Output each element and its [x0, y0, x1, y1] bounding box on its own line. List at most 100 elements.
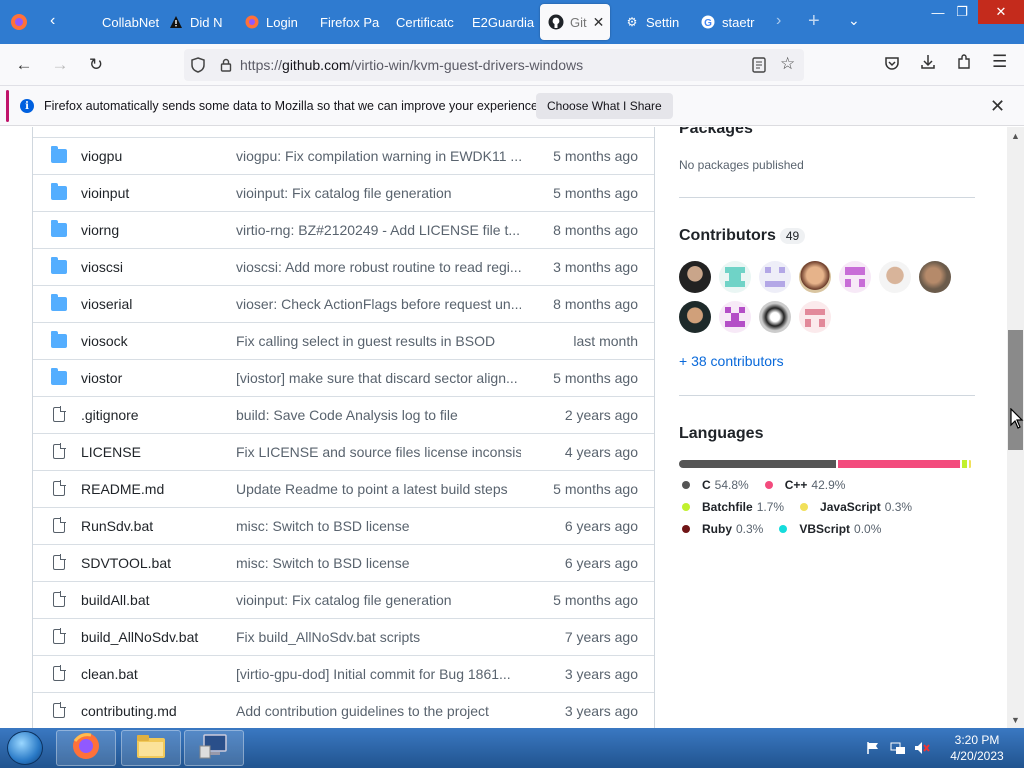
system-clock[interactable]: 3:20 PM 4/20/2023: [940, 732, 1014, 764]
file-name-link[interactable]: contributing.md: [81, 703, 177, 719]
language-bar-segment[interactable]: [679, 460, 836, 468]
file-name-link[interactable]: clean.bat: [81, 666, 138, 682]
action-center-flag-icon[interactable]: [866, 728, 880, 768]
commit-message-link[interactable]: vioscsi: Add more robust routine to read…: [236, 259, 521, 275]
table-row[interactable]: LICENSE Fix LICENSE and source files lice…: [33, 433, 654, 470]
language-bar-segment[interactable]: [969, 460, 971, 468]
language-item[interactable]: JavaScript 0.3%: [800, 496, 912, 518]
commit-message-link[interactable]: vioser: Check ActionFlags before request…: [236, 296, 521, 312]
file-name-link[interactable]: viorng: [81, 222, 119, 238]
table-row[interactable]: .gitignore build: Save Code Analysis log …: [33, 396, 654, 433]
taskbar-firefox[interactable]: [56, 730, 116, 766]
avatar[interactable]: [799, 261, 831, 293]
table-row[interactable]: vioscsi vioscsi: Add more robust routine …: [33, 248, 654, 285]
tab-certificate[interactable]: Certificatc: [388, 0, 464, 44]
file-name-link[interactable]: LICENSE: [81, 444, 141, 460]
tab-google[interactable]: G staetr: [692, 0, 772, 44]
commit-message-link[interactable]: virtio-rng: BZ#2120249 - Add LICENSE fil…: [236, 222, 521, 238]
avatar[interactable]: [719, 261, 751, 293]
table-row[interactable]: SDVTOOL.bat misc: Switch to BSD license 6 …: [33, 544, 654, 581]
scrollbar-thumb[interactable]: [1008, 330, 1023, 450]
volume-muted-icon[interactable]: [914, 728, 930, 768]
lock-icon[interactable]: [212, 58, 240, 72]
language-item[interactable]: Ruby 0.3%: [682, 518, 763, 540]
table-row[interactable]: build_AllNoSdv.bat Fix build_AllNoSdv.bat…: [33, 618, 654, 655]
network-icon[interactable]: [890, 728, 906, 768]
avatar[interactable]: [879, 261, 911, 293]
commit-message-link[interactable]: build: Save Code Analysis log to file: [236, 407, 521, 423]
file-name-link[interactable]: viosock: [81, 333, 128, 349]
language-bar-segment[interactable]: [837, 460, 961, 468]
new-tab-icon[interactable]: +: [808, 10, 820, 33]
avatar[interactable]: [719, 301, 751, 333]
tab-scroll-left-icon[interactable]: ‹: [50, 12, 55, 30]
tab-collabnet[interactable]: CollabNet: [72, 0, 160, 44]
reload-icon[interactable]: ↻: [80, 49, 112, 81]
tab-firefox-pa[interactable]: Firefox Pa: [312, 0, 388, 44]
avatar[interactable]: [919, 261, 951, 293]
start-button[interactable]: [7, 731, 43, 765]
table-row[interactable]: clean.bat [virtio-gpu-dod] Initial commit…: [33, 655, 654, 692]
maximize-icon[interactable]: ❐: [946, 0, 978, 24]
hamburger-menu-icon[interactable]: ☰: [992, 52, 1007, 72]
more-contributors-link[interactable]: + 38 contributors: [679, 353, 784, 369]
packages-heading[interactable]: Packages: [679, 127, 753, 138]
file-name-link[interactable]: vioserial: [81, 296, 132, 312]
avatar[interactable]: [679, 261, 711, 293]
avatar[interactable]: [759, 261, 791, 293]
table-row[interactable]: vioinput vioinput: Fix catalog file gener…: [33, 174, 654, 211]
file-name-link[interactable]: viogpu: [81, 148, 122, 164]
commit-message-link[interactable]: [viostor] make sure that discard sector …: [236, 370, 521, 386]
table-row[interactable]: vioserial vioser: Check ActionFlags befor…: [33, 285, 654, 322]
commit-message-link[interactable]: Add contribution guidelines to the proje…: [236, 703, 521, 719]
language-item[interactable]: Batchfile 1.7%: [682, 496, 784, 518]
commit-message-link[interactable]: Update Readme to point a latest build st…: [236, 481, 521, 497]
list-all-tabs-icon[interactable]: ⌄: [848, 12, 860, 29]
tab-login[interactable]: Login: [236, 0, 312, 44]
table-row[interactable]: viosock Fix calling select in guest resul…: [33, 322, 654, 359]
downloads-icon[interactable]: [920, 54, 936, 75]
scroll-up-icon[interactable]: ▲: [1007, 127, 1024, 144]
tab-e2guardian[interactable]: E2Guardia: [464, 0, 540, 44]
reader-view-icon[interactable]: [752, 57, 766, 76]
file-name-link[interactable]: .gitignore: [81, 407, 139, 423]
forward-icon[interactable]: →: [44, 49, 76, 81]
pocket-icon[interactable]: [884, 55, 900, 76]
close-window-icon[interactable]: ✕: [978, 0, 1024, 24]
avatar[interactable]: [759, 301, 791, 333]
language-item[interactable]: VBScript 0.0%: [779, 518, 881, 540]
table-row[interactable]: viogpu viogpu: Fix compilation warning in…: [33, 137, 654, 174]
commit-message-link[interactable]: [virtio-gpu-dod] Initial commit for Bug …: [236, 666, 521, 682]
url-bar[interactable]: https://github.com/virtio-win/kvm-guest-…: [184, 49, 804, 81]
language-item[interactable]: C++ 42.9%: [764, 474, 845, 496]
avatar[interactable]: [679, 301, 711, 333]
tab-settings[interactable]: ⚙ Settin: [616, 0, 692, 44]
file-name-link[interactable]: vioinput: [81, 185, 129, 201]
tab-scroll-right-icon[interactable]: ›: [776, 12, 781, 30]
language-item[interactable]: C 54.8%: [682, 474, 749, 496]
tab-github-active[interactable]: Git ✕: [540, 4, 610, 40]
commit-message-link[interactable]: Fix calling select in guest results in B…: [236, 333, 521, 349]
file-name-link[interactable]: vioscsi: [81, 259, 123, 275]
back-icon[interactable]: ←: [8, 49, 40, 81]
table-row[interactable]: RunSdv.bat misc: Switch to BSD license 6 y…: [33, 507, 654, 544]
file-name-link[interactable]: README.md: [81, 481, 164, 497]
contributors-heading[interactable]: Contributors 49: [679, 227, 806, 245]
file-name-link[interactable]: viostor: [81, 370, 122, 386]
taskbar-file-explorer[interactable]: [121, 730, 181, 766]
commit-message-link[interactable]: vioinput: Fix catalog file generation: [236, 592, 521, 608]
commit-message-link[interactable]: Fix LICENSE and source files license inc…: [236, 444, 521, 460]
commit-message-link[interactable]: misc: Switch to BSD license: [236, 518, 521, 534]
tab-close-icon[interactable]: ✕: [593, 14, 605, 31]
commit-message-link[interactable]: viogpu: Fix compilation warning in EWDK1…: [236, 148, 521, 164]
table-row[interactable]: viostor [viostor] make sure that discard …: [33, 359, 654, 396]
file-name-link[interactable]: buildAll.bat: [81, 592, 150, 608]
taskbar-remote-desktop[interactable]: [184, 730, 244, 766]
table-row[interactable]: viorng virtio-rng: BZ#2120249 - Add LICEN…: [33, 211, 654, 248]
commit-message-link[interactable]: Fix build_AllNoSdv.bat scripts: [236, 629, 521, 645]
file-name-link[interactable]: build_AllNoSdv.bat: [81, 629, 198, 645]
commit-message-link[interactable]: misc: Switch to BSD license: [236, 555, 521, 571]
table-row[interactable]: viofsRHBZ#2183941: Ignore FUSE_FALLOCATE…: [33, 127, 654, 137]
tracking-protection-shield-icon[interactable]: [184, 57, 212, 73]
table-row[interactable]: contributing.md Add contribution guidelin…: [33, 692, 654, 728]
